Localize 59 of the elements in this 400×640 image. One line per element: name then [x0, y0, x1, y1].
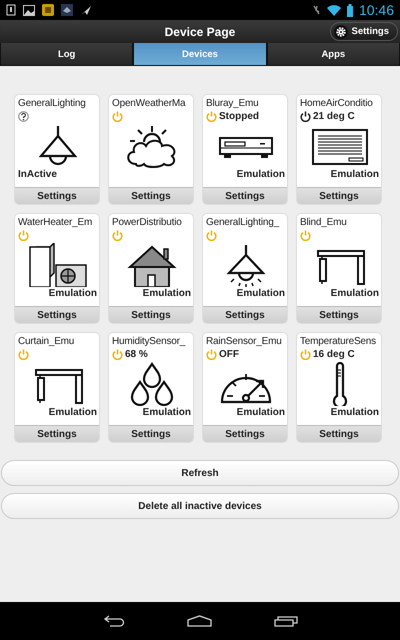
plane-icon [80, 4, 92, 16]
device-status: 21 deg C [313, 111, 355, 122]
device-status: Stopped [219, 111, 259, 122]
device-mode: Emulation [330, 407, 379, 419]
tab[interactable]: Log [0, 43, 134, 66]
image-icon [23, 4, 35, 16]
device-mode: InActive [18, 169, 57, 181]
app-icon [61, 4, 73, 16]
page-title: Device Page [164, 24, 236, 38]
device-status: 68 % [125, 349, 148, 360]
back-icon[interactable] [102, 615, 124, 627]
refresh-button[interactable]: Refresh [1, 460, 399, 486]
settings-button[interactable]: Settings [330, 22, 398, 41]
settings-button[interactable]: Settings [109, 425, 193, 442]
gear-icon [334, 24, 348, 38]
settings-button[interactable]: Settings [203, 306, 287, 323]
device-mode: Emulation [142, 288, 191, 300]
device-name: WaterHeater_Em [18, 217, 94, 229]
settings-button[interactable]: Settings [109, 187, 193, 204]
muted-icon [312, 4, 321, 16]
device-mode: Emulation [330, 169, 379, 181]
app-icon [42, 4, 54, 16]
settings-button[interactable]: Settings [297, 425, 381, 442]
device-name: TemperatureSens [300, 336, 377, 348]
device-name: Blind_Emu [300, 217, 348, 229]
device-name: OpenWeatherMa [112, 98, 186, 110]
clock: 10:46 [358, 2, 394, 18]
device-status: 16 deg C [313, 349, 355, 360]
device-name: HumiditySensor_ [112, 336, 186, 348]
tab[interactable]: Apps [266, 43, 400, 66]
water-heater-icon [28, 243, 88, 287]
device-name: GeneralLighting_ [206, 217, 280, 229]
device-mode: Emulation [48, 288, 97, 300]
recent-apps-icon[interactable] [274, 615, 298, 627]
device-name: PowerDistributio [112, 217, 183, 229]
settings-button[interactable]: Settings [203, 425, 287, 442]
settings-button[interactable]: Settings [203, 187, 287, 204]
device-name: RainSensor_Emu [206, 336, 283, 348]
device-mode: Emulation [236, 169, 285, 181]
settings-button[interactable]: Settings [15, 306, 99, 323]
device-name: Curtain_Emu [18, 336, 76, 348]
device-mode: Emulation [236, 407, 285, 419]
battery-icon [346, 4, 353, 16]
settings-button[interactable]: Settings [15, 187, 99, 204]
settings-button[interactable]: Settings [109, 306, 193, 323]
device-mode: Emulation [236, 288, 285, 300]
device-status: OFF [219, 349, 239, 360]
settings-button[interactable]: Settings [15, 425, 99, 442]
device-name: GeneralLighting [18, 98, 87, 110]
device-name: Bluray_Emu [206, 98, 260, 110]
home-icon[interactable] [186, 615, 212, 627]
settings-button[interactable]: Settings [297, 187, 381, 204]
device-mode: Emulation [330, 288, 379, 300]
device-name: HomeAirConditio [300, 98, 374, 110]
wifi-icon [326, 4, 341, 16]
device-mode: Emulation [142, 407, 191, 419]
sd-card-icon [6, 4, 16, 16]
settings-button[interactable]: Settings [297, 306, 381, 323]
device-mode: Emulation [48, 407, 97, 419]
